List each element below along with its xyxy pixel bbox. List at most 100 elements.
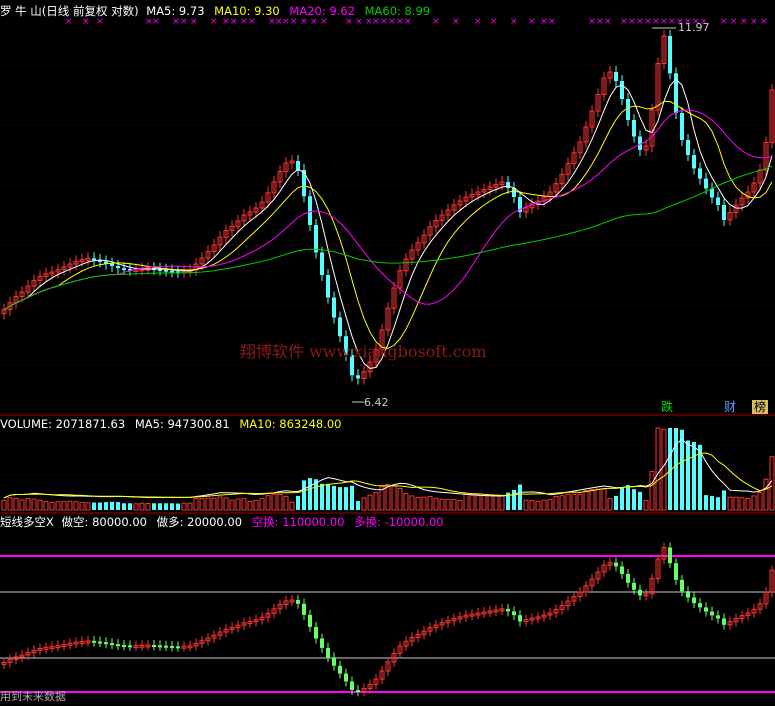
volume-bar: [722, 490, 726, 510]
volume-bar: [259, 498, 265, 511]
volume-bar: [655, 427, 661, 511]
volume-bar: [211, 497, 217, 511]
volume-bar: [67, 500, 73, 511]
signal-marker: ×: [652, 17, 660, 27]
volume-bar: [223, 497, 229, 511]
volume-bar: [176, 503, 180, 510]
indicator-body: [350, 681, 354, 691]
candle-body: [320, 252, 324, 275]
ma20-value: MA20: 9.62: [289, 4, 355, 18]
volume-bar: [356, 501, 360, 510]
indicator-body: [632, 582, 636, 590]
volume-bar: [217, 496, 223, 511]
volume-bar: [73, 501, 79, 511]
badge-bang[interactable]: 榜: [752, 400, 769, 414]
signal-marker: ×: [628, 17, 636, 27]
volume-header: VOLUME: 2071871.63 MA5: 947300.81 MA10: …: [0, 417, 342, 431]
volume-bar: [710, 495, 714, 510]
volume-bar: [181, 502, 187, 511]
volume-bar: [170, 503, 174, 510]
volume-ma5-value: MA5: 947300.81: [134, 417, 230, 431]
candle-body: [92, 258, 96, 261]
zuoduo-value: 做多: 20000.00: [156, 515, 243, 529]
zuokong-value: 做空: 80000.00: [61, 515, 147, 529]
signal-marker: ×: [152, 17, 160, 27]
signal-marker: ×: [396, 17, 404, 27]
signal-marker: ×: [620, 17, 628, 27]
volume-bar: [373, 492, 379, 511]
ma60-line: [3, 165, 773, 311]
indicator-body: [344, 673, 348, 682]
indicator-body: [680, 579, 684, 592]
candle-body: [686, 140, 690, 155]
volume-bar: [49, 501, 55, 511]
signal-marker: ×: [372, 17, 380, 27]
signal-marker: ×: [82, 17, 90, 27]
signal-marker: ×: [548, 17, 556, 27]
candle-body: [122, 268, 126, 271]
volume-bar: [757, 491, 763, 511]
signal-marker: ×: [172, 17, 180, 27]
candle-body: [710, 188, 714, 198]
volume-bar: [638, 491, 642, 510]
signal-marker: ×: [510, 17, 518, 27]
volume-bar: [674, 428, 678, 510]
volume-bar: [241, 498, 247, 511]
signal-marker: ×: [474, 17, 482, 27]
volume-bar: [61, 501, 67, 511]
volume-bar: [463, 493, 469, 511]
volume-bar: [164, 503, 168, 510]
signal-marker: ×: [230, 17, 238, 27]
volume-value: VOLUME: 2071871.63: [0, 417, 126, 431]
volume-bar: [265, 495, 271, 511]
volume-bar: [332, 486, 336, 510]
volume-bar: [139, 502, 145, 511]
volume-bar: [289, 501, 295, 511]
volume-bar: [152, 503, 156, 510]
candle-body: [692, 155, 696, 169]
stock-chart-window: × × × × × × × × × × × × × × × × × × × × × × × × × × × × × × × × × × × × × × × ×…: [0, 0, 775, 706]
volume-bar: [271, 493, 277, 511]
badge-die[interactable]: 跌: [659, 400, 675, 414]
indicator-body: [176, 646, 180, 649]
badge-cai[interactable]: 财: [722, 400, 738, 414]
indicator-body: [302, 603, 306, 615]
volume-bar: [421, 496, 427, 511]
signal-marker: ×: [604, 17, 612, 27]
volume-bar: [577, 493, 583, 511]
volume-bar: [415, 497, 421, 511]
volume-bar: [745, 498, 751, 511]
volume-bar: [433, 497, 439, 511]
candle-body: [626, 99, 630, 120]
signal-marker: ×: [760, 17, 768, 27]
indicator-body: [320, 638, 324, 648]
indicator-body: [512, 611, 516, 616]
candle-body: [170, 270, 174, 273]
signal-marker: ×: [320, 17, 328, 27]
price-header: 罗 牛 山(日线 前复权 对数) MA5: 9.73 MA10: 9.30 MA…: [0, 4, 430, 18]
volume-bar: [55, 501, 61, 511]
signal-marker: ×: [750, 17, 758, 27]
candle-body: [326, 275, 330, 298]
low-price-marker: 6.42: [364, 396, 389, 409]
volume-ma10-value: MA10: 863248.00: [239, 417, 342, 431]
indicator-body: [338, 665, 342, 674]
signal-marker: ×: [540, 17, 548, 27]
volume-bar: [704, 495, 708, 510]
candle-body: [632, 120, 636, 137]
volume-bar: [716, 497, 720, 510]
future-data-footer: 用到未来数据: [0, 690, 66, 703]
candle-body: [716, 197, 720, 205]
volume-bar: [302, 480, 306, 510]
signal-marker: ×: [355, 17, 363, 27]
volume-bar: [391, 485, 397, 511]
volume-bar: [475, 495, 481, 511]
signal-marker: ×: [528, 17, 536, 27]
candle-body: [314, 225, 318, 253]
volume-bar: [589, 489, 595, 511]
signal-marker: ×: [210, 17, 218, 27]
signal-marker: ×: [720, 17, 728, 27]
high-price-marker: 11.97: [678, 21, 710, 34]
volume-bar: [553, 495, 559, 511]
indicator-body: [164, 645, 168, 648]
